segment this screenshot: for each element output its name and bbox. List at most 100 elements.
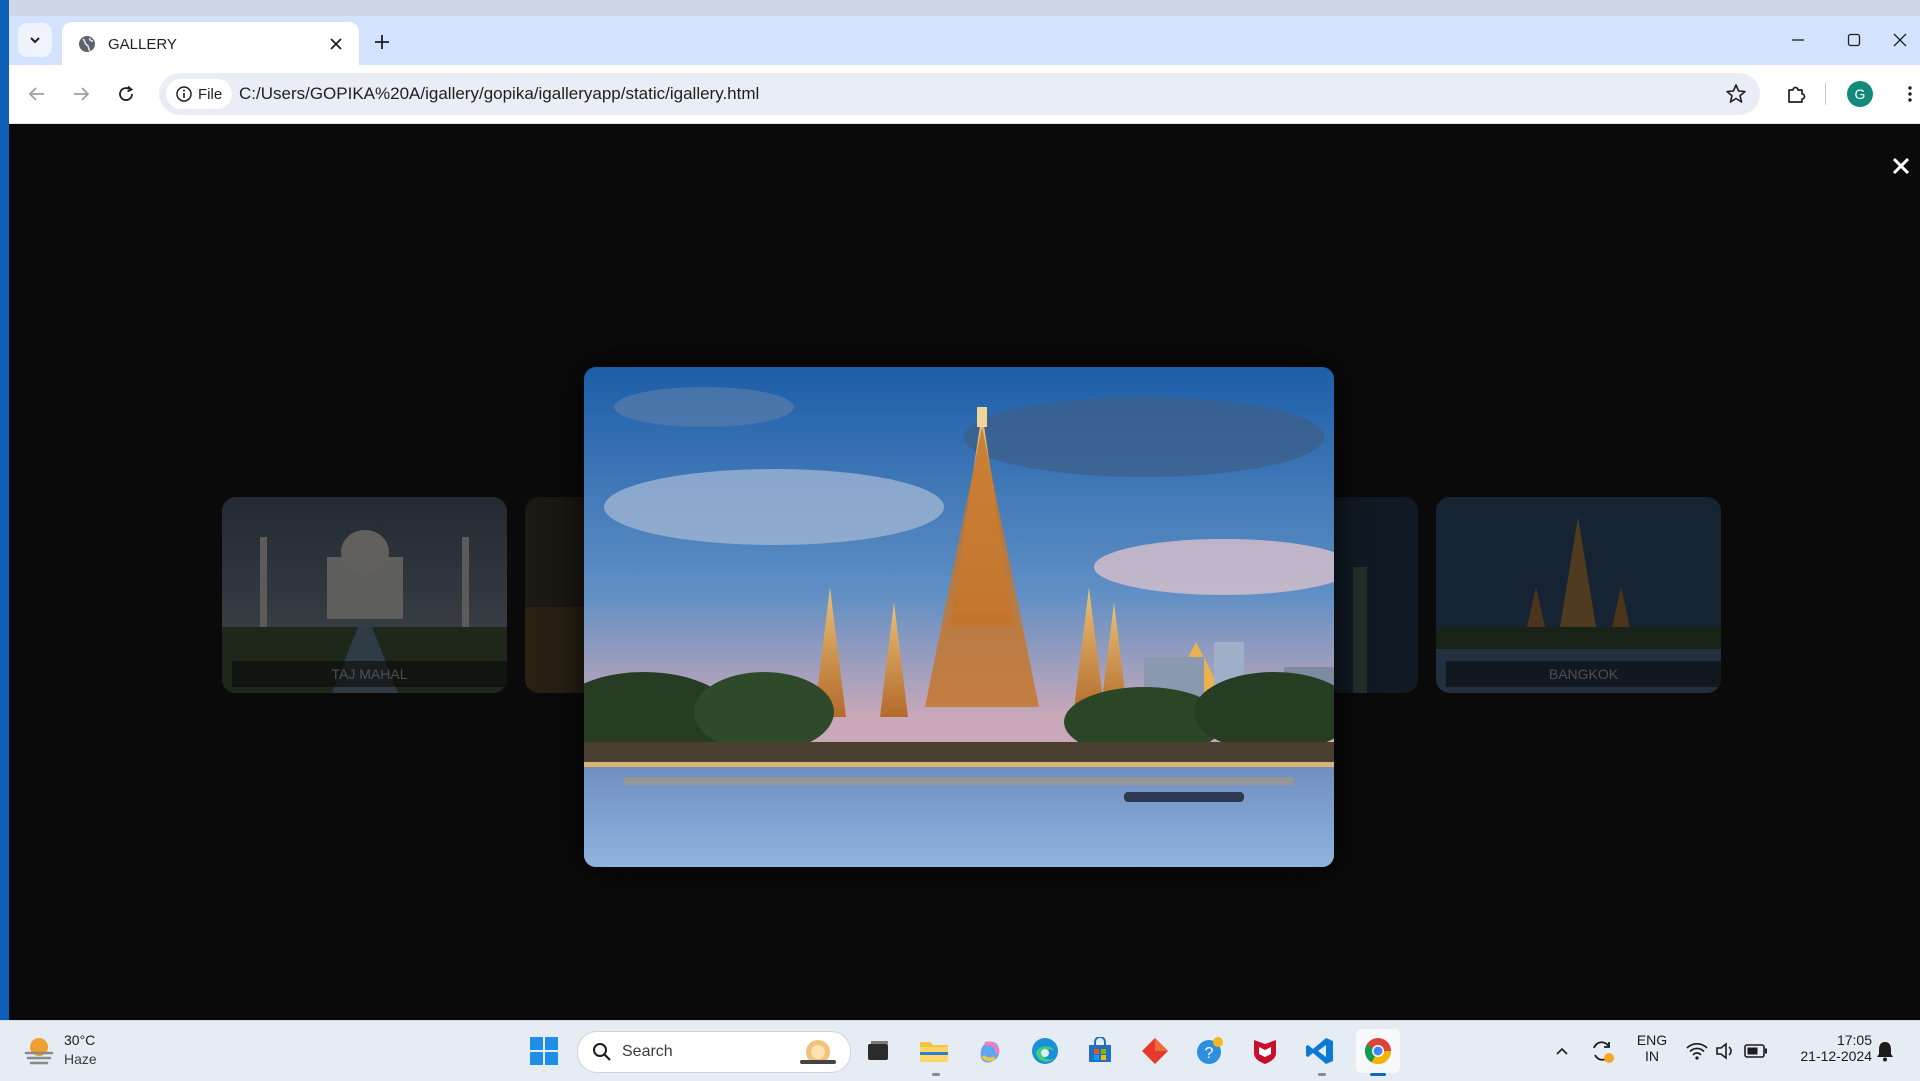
tab-search-button[interactable] — [18, 23, 52, 57]
copilot-icon — [980, 1041, 1000, 1063]
language-indicator[interactable]: ENG IN — [1632, 1032, 1672, 1064]
card-caption: BANGKOK — [1446, 661, 1721, 687]
app-red-diamond-button[interactable] — [1138, 1034, 1172, 1068]
show-hidden-icons-button[interactable] — [1545, 1034, 1579, 1068]
copilot-button[interactable] — [973, 1034, 1007, 1068]
reload-button[interactable] — [110, 78, 142, 110]
language-code: ENG — [1636, 1032, 1668, 1048]
sync-status-button[interactable] — [1585, 1034, 1619, 1068]
url-text[interactable]: C:/Users/GOPIKA%20A/igallery/gopika/igal… — [239, 84, 759, 104]
lightbox-close-button[interactable] — [1886, 151, 1916, 181]
clock-time: 17:05 — [1836, 1032, 1872, 1048]
edge-button[interactable] — [1028, 1034, 1062, 1068]
info-icon — [176, 86, 192, 102]
edge-icon — [1032, 1038, 1058, 1064]
chevron-up-icon — [1556, 1047, 1568, 1055]
weather-condition[interactable]: Haze — [64, 1051, 97, 1067]
tab-gallery[interactable]: GALLERY — [62, 22, 359, 65]
region-code: IN — [1645, 1048, 1659, 1064]
back-button[interactable] — [21, 78, 53, 110]
sync-icon — [1593, 1041, 1614, 1063]
bangkok-temple-photo — [584, 367, 1334, 867]
browser-toolbar: File C:/Users/GOPIKA%20A/igallery/gopika… — [9, 65, 1920, 124]
lightbox-image[interactable] — [584, 367, 1334, 867]
battery-icon — [1744, 1044, 1767, 1058]
minimize-icon — [1792, 39, 1804, 41]
search-highlight-icon — [800, 1040, 836, 1064]
taskbar-search[interactable]: Search — [577, 1031, 851, 1073]
store-button[interactable] — [1083, 1034, 1117, 1068]
chevron-down-icon — [30, 37, 40, 44]
search-icon — [593, 1043, 611, 1061]
site-info-chip[interactable]: File — [166, 79, 233, 109]
close-window-button[interactable] — [1880, 24, 1920, 56]
weather-temperature[interactable]: 30°C — [64, 1032, 95, 1048]
speaker-icon — [1716, 1042, 1732, 1060]
forward-button[interactable] — [65, 78, 97, 110]
helper-app-button[interactable]: ? — [1193, 1034, 1227, 1068]
desktop-left-strip — [0, 0, 9, 1020]
active-indicator — [1370, 1073, 1386, 1076]
chrome-button[interactable] — [1361, 1034, 1395, 1068]
tab-close-button[interactable] — [324, 32, 348, 56]
taskbar: 30°C Haze Search ? ENG IN 17:05 21-12-20… — [0, 1020, 1920, 1081]
clock-date: 21-12-2024 — [1800, 1048, 1872, 1064]
windows-logo-icon — [530, 1037, 558, 1065]
chrome-icon — [1364, 1038, 1392, 1065]
new-tab-button[interactable] — [367, 27, 397, 57]
minimize-button[interactable] — [1778, 24, 1818, 56]
running-indicator — [1318, 1073, 1326, 1076]
tab-strip: GALLERY — [9, 16, 1920, 65]
card-caption: TAJ MAHAL — [232, 661, 507, 687]
partial-card-image — [1325, 497, 1418, 693]
maximize-button[interactable] — [1834, 24, 1874, 56]
task-view-icon — [868, 1041, 888, 1060]
mcafee-button[interactable] — [1248, 1034, 1282, 1068]
puzzle-icon — [1788, 86, 1806, 103]
haze-weather-icon[interactable] — [22, 1033, 56, 1067]
wifi-icon — [1686, 1042, 1708, 1060]
plus-icon — [375, 35, 389, 49]
profile-avatar[interactable]: G — [1847, 81, 1873, 107]
globe-icon — [79, 36, 95, 52]
folder-icon — [920, 1042, 948, 1062]
browser-menu-button[interactable] — [1902, 78, 1918, 110]
battery-button[interactable] — [1739, 1034, 1773, 1068]
start-button[interactable] — [527, 1034, 561, 1068]
close-icon — [1892, 157, 1910, 175]
page-viewport: TAJ MAHAL BANGKOK — [9, 124, 1920, 1020]
more-vertical-icon — [1908, 86, 1912, 102]
clock[interactable]: 17:05 21-12-2024 — [1780, 1032, 1872, 1064]
maximize-icon — [1847, 33, 1861, 47]
close-icon — [330, 38, 342, 50]
address-bar[interactable]: File C:/Users/GOPIKA%20A/igallery/gopika… — [159, 73, 1760, 115]
volume-button[interactable] — [1709, 1034, 1743, 1068]
browser-window: GALLERY File C:/Users/GOPIKA%20A/igaller… — [9, 16, 1920, 1020]
reload-icon — [119, 85, 134, 101]
red-diamond-icon — [1142, 1038, 1168, 1064]
svg-text:?: ? — [1205, 1045, 1214, 1062]
search-label: Search — [622, 1043, 673, 1060]
tab-title: GALLERY — [108, 36, 177, 53]
mcafee-shield-icon — [1254, 1040, 1276, 1064]
running-indicator — [932, 1073, 940, 1076]
toolbar-separator — [1825, 83, 1826, 105]
gallery-card-bangkok[interactable]: BANGKOK — [1436, 497, 1721, 693]
vscode-icon — [1306, 1038, 1333, 1064]
store-icon — [1089, 1037, 1111, 1062]
bell-icon — [1877, 1042, 1893, 1062]
arrow-left-icon — [28, 87, 44, 101]
help-icon: ? — [1197, 1037, 1223, 1064]
file-explorer-button[interactable] — [917, 1034, 951, 1068]
security-chip-label: File — [198, 85, 223, 103]
notifications-button[interactable] — [1868, 1034, 1902, 1068]
gallery-card-taj-mahal[interactable]: TAJ MAHAL — [222, 497, 507, 693]
desktop-top-strip — [0, 0, 1920, 16]
arrow-right-icon — [74, 87, 90, 101]
extensions-button[interactable] — [1780, 78, 1812, 110]
bookmark-star-icon[interactable] — [1724, 82, 1748, 106]
vscode-button[interactable] — [1303, 1034, 1337, 1068]
gallery-card-partial-right[interactable] — [1325, 497, 1418, 693]
close-icon — [1893, 33, 1907, 47]
task-view-button[interactable] — [861, 1034, 895, 1068]
